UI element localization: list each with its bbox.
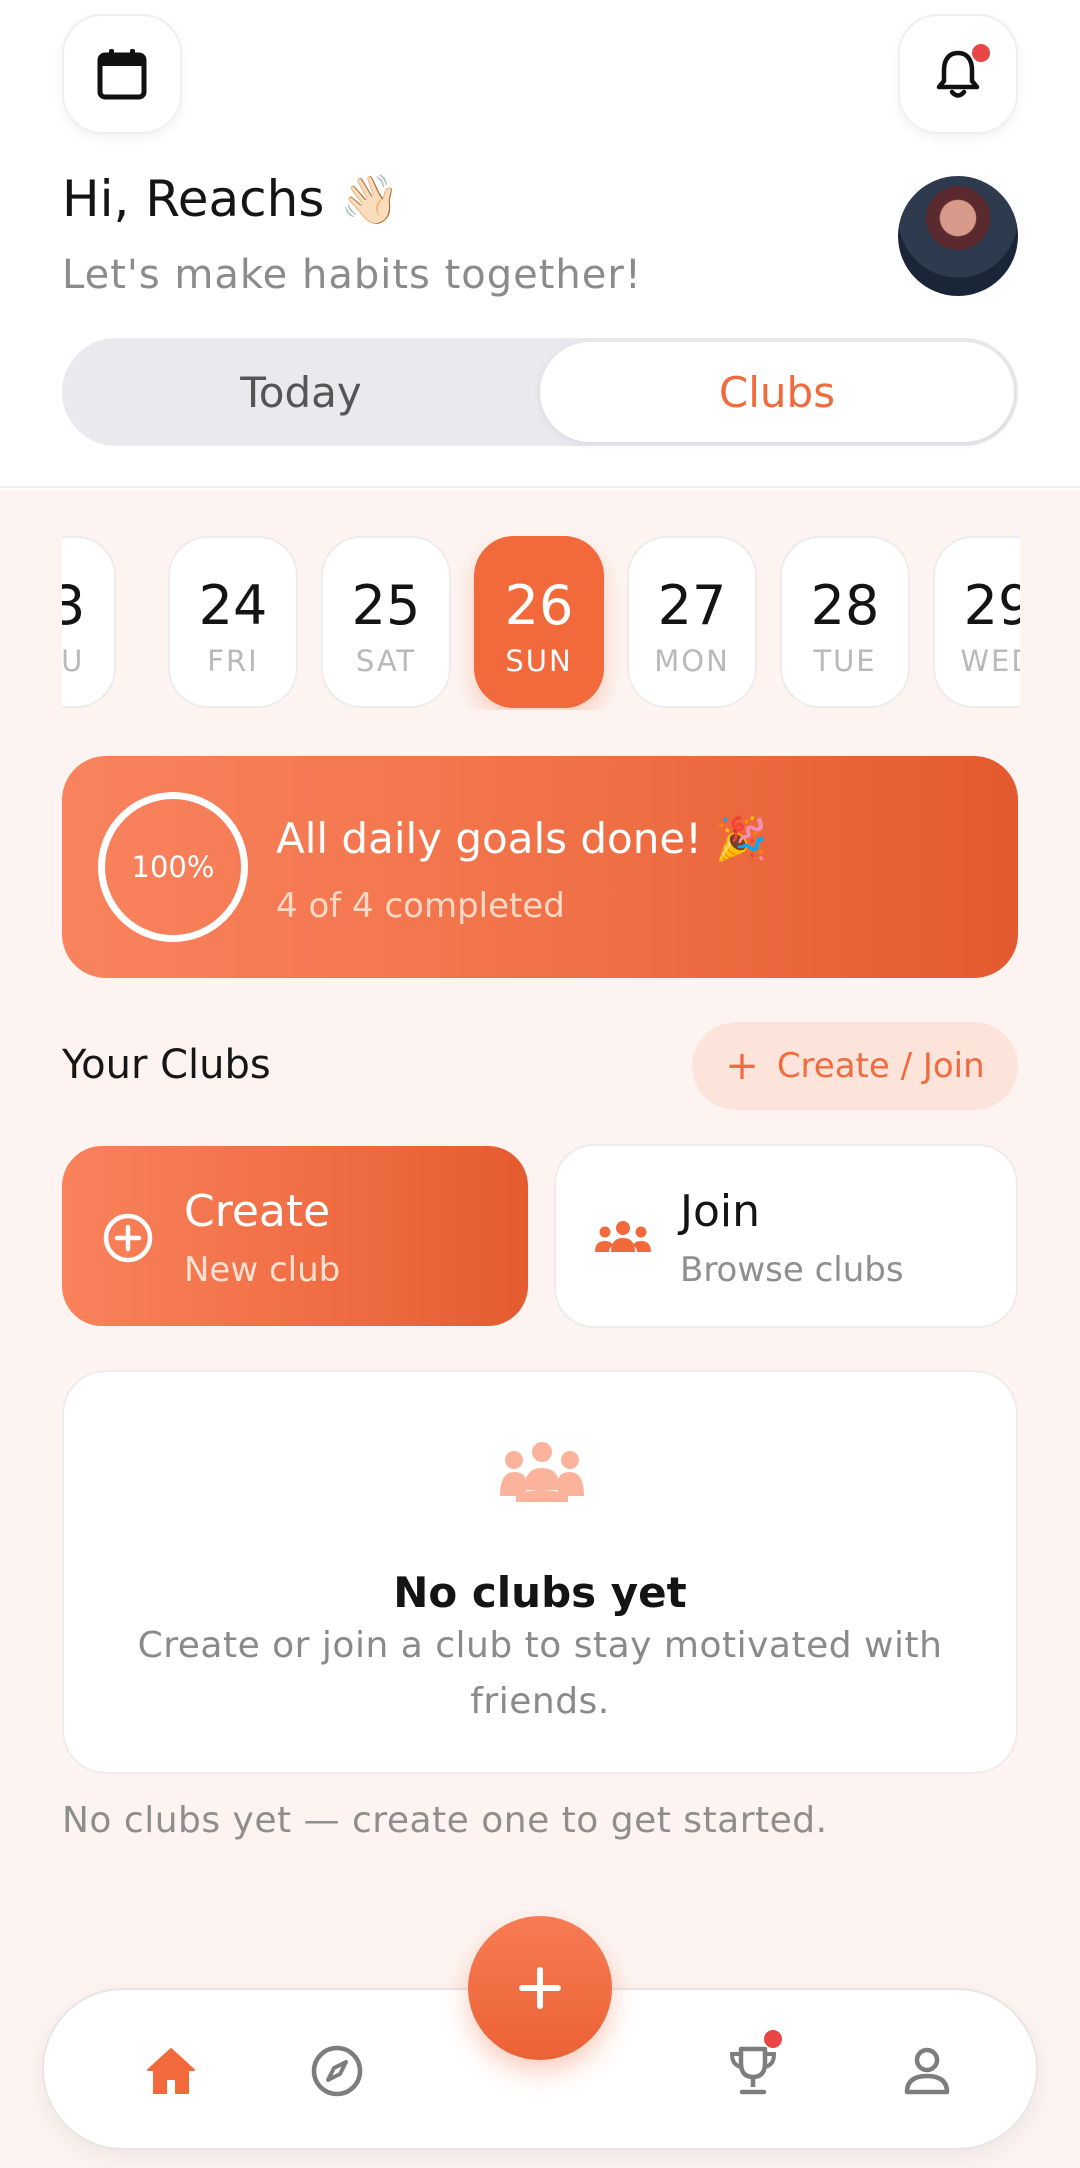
greeting: Hi, Reachs 👋🏻 [62,170,400,228]
create-card-title: Create [184,1186,331,1237]
join-club-button[interactable]: Join Browse clubs [554,1144,1018,1328]
day-item[interactable]: 25 SAT [321,536,451,708]
day-weekday: FRI [207,644,259,678]
progress-ring: 100% [98,792,248,942]
notifications-button[interactable] [898,14,1018,134]
plus-circle-icon [103,1213,153,1263]
day-weekday: WED [960,644,1020,678]
plus-icon [519,1967,561,2009]
group-icon [500,1442,584,1502]
day-weekday: MON [654,644,730,678]
day-item[interactable]: 24 FRI [168,536,298,708]
day-number: 26 [504,574,574,637]
day-number: 23 [62,574,86,637]
day-weekday: THU [62,644,85,678]
join-card-title: Join [680,1186,761,1237]
calendar-icon [97,49,147,100]
day-number: 25 [351,574,421,637]
day-number: 28 [810,574,880,637]
day-item[interactable]: 23 THU [62,536,116,708]
view-segment-control: Today Clubs [62,338,1018,446]
tab-today[interactable]: Today [62,338,540,446]
day-number: 24 [198,574,268,637]
people-icon [595,1221,651,1252]
profile-icon [904,2047,950,2095]
day-strip[interactable]: 23 THU 24 FRI 25 SAT 26 SUN 27 MON 28 TU… [62,536,1020,710]
achievements-badge [764,2030,782,2048]
tab-clubs[interactable]: Clubs [540,342,1014,442]
nav-achievements[interactable] [710,2028,796,2114]
wave-emoji: 👋🏻 [340,172,401,228]
day-item[interactable]: 28 TUE [780,536,910,708]
day-item-selected[interactable]: 26 SUN [474,536,604,708]
greeting-text: Hi, Reachs [62,170,325,228]
notification-badge [972,44,990,62]
day-item[interactable]: 29 WED [933,536,1020,708]
empty-state-card: No clubs yet Create or join a club to st… [62,1370,1018,1774]
nav-home[interactable] [128,2028,214,2114]
empty-state-title: No clubs yet [393,1568,687,1617]
day-item[interactable]: 27 MON [627,536,757,708]
create-join-button[interactable]: + Create / Join [692,1022,1018,1110]
goal-title: All daily goals done! 🎉 [276,814,768,863]
day-weekday: SAT [355,644,417,678]
create-card-subtitle: New club [184,1250,341,1290]
add-habit-button[interactable] [468,1916,612,2060]
day-number: 27 [657,574,727,637]
plus-icon: + [725,1043,759,1089]
progress-percent: 100% [131,850,215,884]
day-number: 29 [963,574,1020,637]
goal-subtitle: 4 of 4 completed [276,886,565,926]
avatar[interactable] [898,176,1018,296]
section-title: Your Clubs [62,1042,271,1088]
nav-explore[interactable] [294,2028,380,2114]
day-weekday: SUN [505,644,573,678]
compass-icon [311,2045,363,2097]
greeting-subtitle: Let's make habits together! [62,252,642,298]
daily-goals-card[interactable]: 100% All daily goals done! 🎉 4 of 4 comp… [62,756,1018,978]
calendar-button[interactable] [62,14,182,134]
day-weekday: TUE [813,644,877,678]
join-card-subtitle: Browse clubs [680,1250,904,1290]
create-join-label: Create / Join [776,1046,985,1086]
footer-note: No clubs yet — create one to get started… [62,1800,828,1841]
nav-profile[interactable] [884,2028,970,2114]
create-club-button[interactable]: Create New club [62,1146,528,1326]
home-icon [147,2048,195,2094]
empty-state-description: Create or join a club to stay motivated … [137,1625,943,1722]
trophy-icon [729,2046,777,2095]
